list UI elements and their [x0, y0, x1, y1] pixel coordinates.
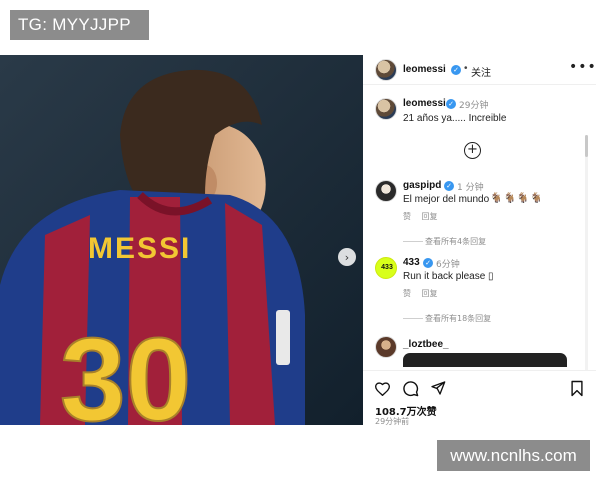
- carousel-next-button[interactable]: ›: [338, 248, 356, 266]
- comment-time: 1 分钟: [457, 183, 484, 193]
- comment-actions: 赞 回复: [403, 288, 446, 299]
- verified-badge-icon: ✓: [444, 181, 454, 191]
- comments-scrollbar[interactable]: [585, 135, 588, 405]
- verified-badge-icon: ✓: [451, 65, 461, 75]
- post-photo[interactable]: MESSI 30 ›: [0, 55, 363, 425]
- tg-watermark-badge: TG: MYYJJPP: [10, 10, 149, 40]
- goat-emoji-icons: 🐐🐐🐐🐐: [490, 193, 544, 204]
- view-replies-label: 查看所有18条回复: [425, 314, 492, 323]
- bookmark-icon[interactable]: [568, 379, 586, 397]
- site-watermark: www.ncnlhs.com: [437, 440, 590, 471]
- more-options-icon[interactable]: •••: [569, 59, 597, 75]
- instagram-post: MESSI 30 › leomessi ✓ • 关注 ••• leomessi …: [0, 55, 596, 426]
- comment-item: 433 433 ✓ 6分钟 Run it back please ▯ 赞 回复 …: [363, 257, 583, 327]
- page: TG: MYYJJPP MESSI 30 › leomessi ✓ • 关注 •…: [0, 0, 600, 480]
- comment-icon[interactable]: [401, 379, 419, 397]
- reply-comment-button[interactable]: 回复: [422, 289, 438, 298]
- heart-icon[interactable]: [373, 379, 391, 397]
- comment-username[interactable]: gaspipd: [403, 180, 441, 191]
- jersey-number: 30: [60, 314, 191, 425]
- avatar-text: 433: [381, 264, 393, 271]
- replies-line: [403, 241, 423, 242]
- comment-avatar[interactable]: [375, 336, 397, 358]
- comment-username[interactable]: 433: [403, 257, 420, 268]
- post-actions: 108.7万次赞 29分钟前: [363, 370, 596, 426]
- post-side-panel: leomessi ✓ • 关注 ••• leomessi ✓ 29分钟 21 a…: [363, 55, 596, 426]
- caption-avatar[interactable]: [375, 98, 397, 120]
- jersey-name: MESSI: [88, 232, 191, 265]
- partial-comment-media: [403, 353, 567, 367]
- comment-text: El mejor del mundo: [403, 194, 490, 205]
- header-username[interactable]: leomessi: [403, 64, 446, 75]
- caption: leomessi ✓ 29分钟 21 años ya..... Increibl…: [363, 93, 596, 143]
- replies-line: [403, 318, 423, 319]
- follow-button[interactable]: 关注: [471, 64, 491, 79]
- view-replies-link[interactable]: 查看所有18条回复: [403, 313, 491, 324]
- view-replies-link[interactable]: 查看所有4条回复: [403, 236, 486, 247]
- like-comment-button[interactable]: 赞: [403, 212, 411, 221]
- comment-avatar[interactable]: [375, 180, 397, 202]
- comment-actions: 赞 回复: [403, 211, 446, 222]
- header-separator: •: [464, 63, 468, 74]
- reply-comment-button[interactable]: 回复: [422, 212, 438, 221]
- comment-time: 6分钟: [436, 260, 460, 270]
- posted-time: 29分钟前: [375, 417, 410, 426]
- like-comment-button[interactable]: 赞: [403, 289, 411, 298]
- comment-text: Run it back please ▯: [403, 271, 494, 282]
- add-comment-icon[interactable]: +: [464, 142, 481, 159]
- avatar[interactable]: [375, 59, 397, 81]
- messi-photo-illustration: MESSI 30: [0, 55, 363, 425]
- verified-badge-icon: ✓: [446, 99, 456, 109]
- caption-username[interactable]: leomessi: [403, 98, 446, 109]
- comment-avatar[interactable]: 433: [375, 257, 397, 279]
- comment-username[interactable]: _loztbee_: [403, 339, 449, 350]
- share-icon[interactable]: [429, 379, 447, 397]
- scrollbar-thumb[interactable]: [585, 135, 588, 157]
- comment-item: gaspipd ✓ 1 分钟 El mejor del mundo 🐐🐐🐐🐐 赞…: [363, 180, 583, 250]
- verified-badge-icon: ✓: [423, 258, 433, 268]
- post-header: leomessi ✓ • 关注 •••: [363, 55, 596, 85]
- caption-time: 29分钟: [459, 101, 489, 111]
- view-replies-label: 查看所有4条回复: [425, 237, 487, 246]
- caption-text: 21 años ya..... Increible: [403, 113, 507, 124]
